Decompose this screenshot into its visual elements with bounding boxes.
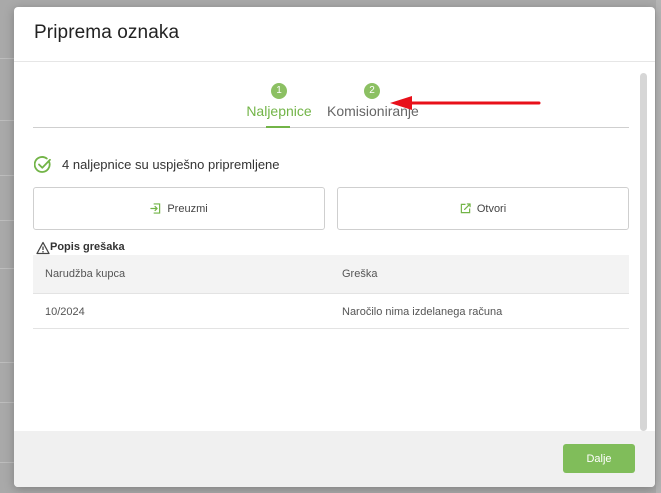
table-row: 10/2024 Naročilo nima izdelanega računa	[33, 294, 629, 329]
warning-icon	[36, 241, 50, 255]
bg-scrollbar	[656, 0, 661, 493]
error-list-title-text: Popis grešaka	[50, 241, 125, 253]
column-header-error: Greška	[342, 268, 378, 280]
bg-divider	[0, 120, 14, 121]
cell-error: Naročilo nima izdelanega računa	[342, 306, 503, 318]
column-header-order: Narudžba kupca	[45, 268, 126, 280]
tab-naljepnice[interactable]: 1 Naljepnice	[245, 83, 313, 128]
download-button[interactable]: Preuzmi	[33, 187, 325, 230]
next-button[interactable]: Dalje	[563, 444, 635, 473]
bg-divider	[0, 175, 14, 176]
cell-order: 10/2024	[45, 306, 85, 318]
modal-body: 1 Naljepnice 2 Komisioniranje 4 naljepni…	[14, 63, 655, 431]
bg-divider	[0, 402, 14, 403]
bg-divider	[0, 220, 14, 221]
open-button[interactable]: Otvori	[337, 187, 629, 230]
bg-divider	[0, 362, 14, 363]
modal-footer: Dalje	[14, 431, 655, 487]
download-button-label: Preuzmi	[167, 202, 208, 215]
step-label: Naljepnice	[246, 103, 312, 119]
bg-divider	[0, 58, 14, 59]
error-table: Narudžba kupca Greška 10/2024 Naročilo n…	[33, 255, 629, 329]
step-number: 1	[271, 83, 287, 99]
annotation-arrow-icon	[390, 96, 541, 110]
bg-divider	[0, 268, 14, 269]
scrollbar[interactable]	[640, 73, 647, 431]
modal-title: Priprema oznaka	[34, 22, 180, 43]
table-header: Narudžba kupca Greška	[33, 255, 629, 294]
sign-in-icon	[150, 203, 161, 214]
step-number: 2	[364, 83, 380, 99]
check-circle-icon	[34, 156, 51, 173]
active-tab-indicator	[266, 126, 290, 128]
success-text: 4 naljepnice su uspješno pripremljene	[62, 157, 280, 172]
modal-header: Priprema oznaka	[14, 7, 655, 62]
prepare-labels-modal: Priprema oznaka 1 Naljepnice 2 Komisioni…	[14, 7, 655, 487]
external-edit-icon	[460, 203, 471, 214]
open-button-label: Otvori	[476, 202, 507, 215]
bg-divider	[0, 462, 14, 463]
